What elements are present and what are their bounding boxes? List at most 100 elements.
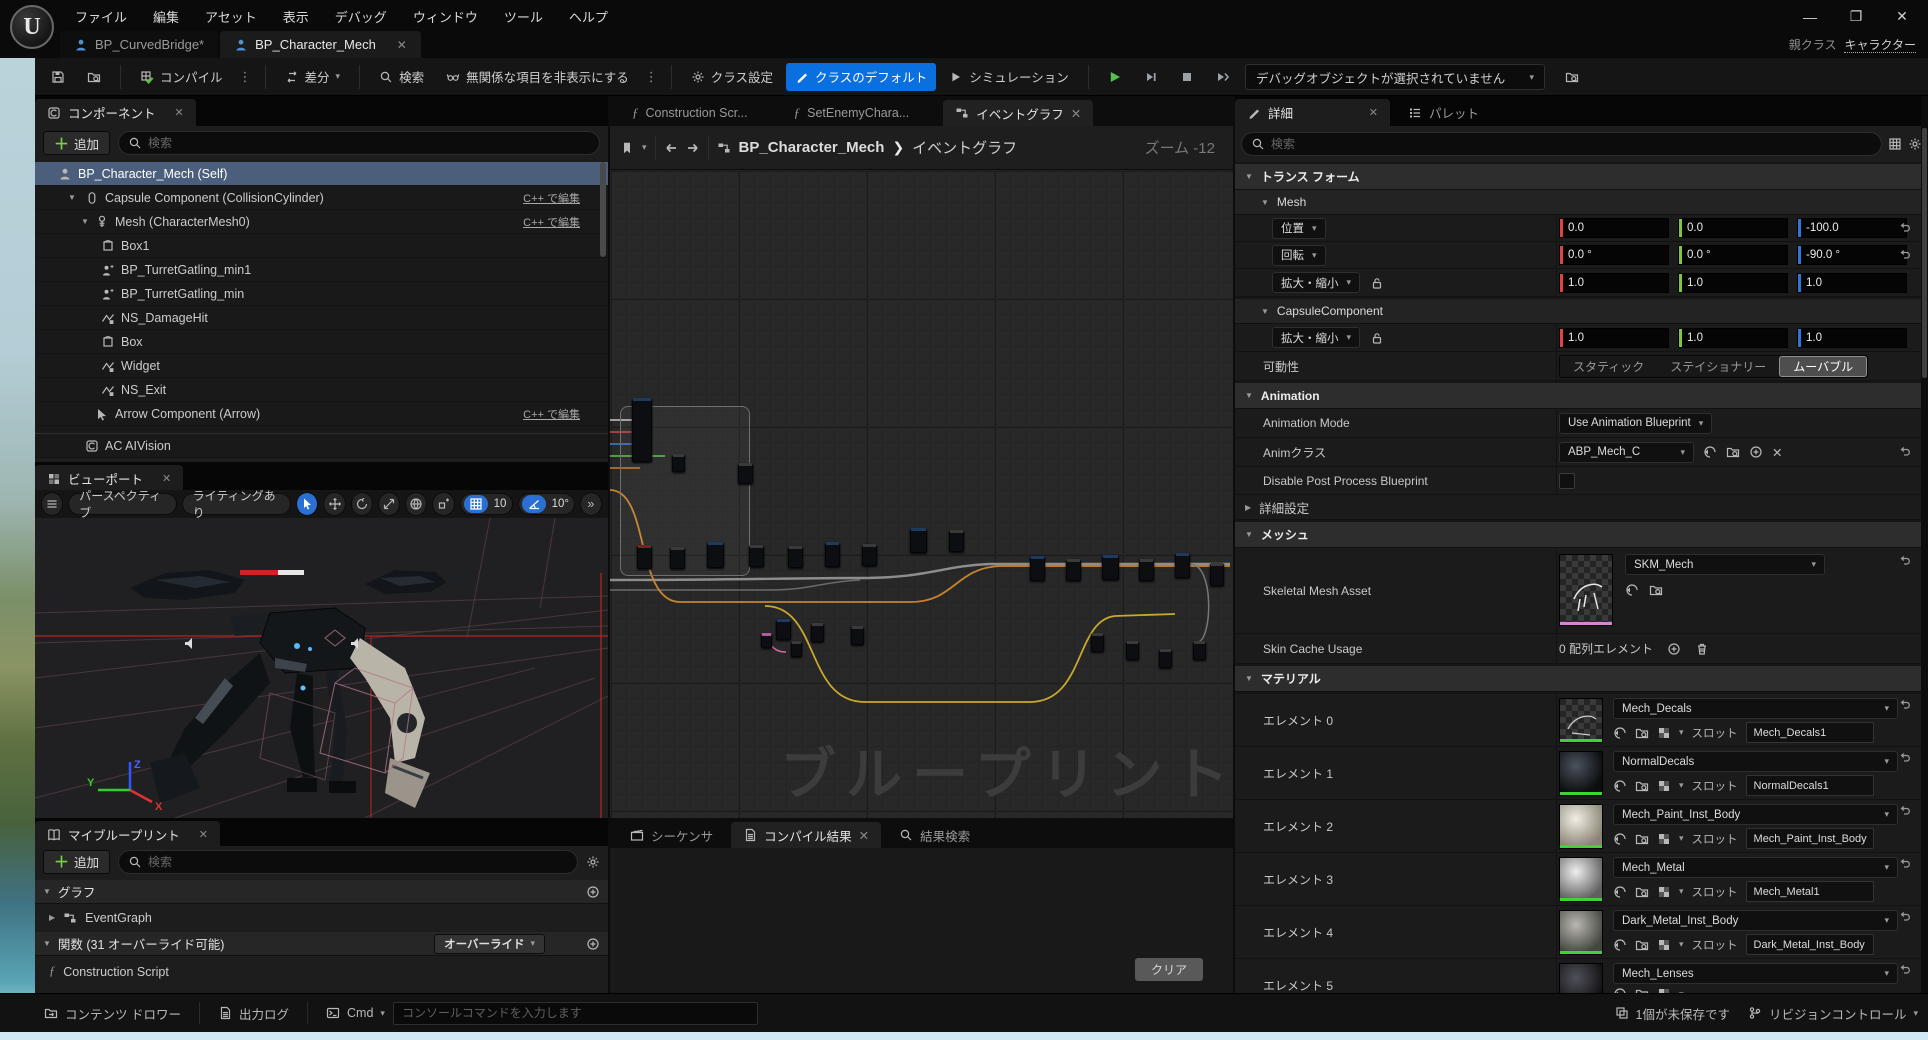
console-command-input[interactable] xyxy=(393,1002,758,1025)
hide-unrelated-options-button[interactable]: ⋮ xyxy=(642,69,661,85)
blueprint-node[interactable] xyxy=(670,547,685,569)
axis-value-field[interactable]: -90.0 ° xyxy=(1797,245,1907,265)
revert-icon[interactable] xyxy=(1898,698,1912,712)
capsule-scale-axis-dropdown[interactable]: 拡大・縮小▾ xyxy=(1272,327,1360,348)
frame-skip-button[interactable] xyxy=(1135,63,1167,91)
surface-snap-button[interactable] xyxy=(432,492,454,516)
browse-icon[interactable] xyxy=(1649,583,1663,597)
rotation-axis-dropdown[interactable]: 回転▾ xyxy=(1272,245,1326,266)
menu-item-7[interactable]: ヘルプ xyxy=(556,7,621,26)
blueprint-node[interactable] xyxy=(738,463,753,484)
details-search[interactable] xyxy=(1241,132,1882,156)
find-button[interactable]: 検索 xyxy=(370,63,433,91)
material-thumbnail[interactable] xyxy=(1559,963,1603,993)
revert-icon[interactable] xyxy=(1898,857,1912,871)
details-settings-gear-icon[interactable] xyxy=(1908,137,1922,151)
blueprint-node[interactable] xyxy=(637,545,652,569)
components-search[interactable] xyxy=(118,131,600,155)
revert-icon[interactable] xyxy=(1898,963,1912,977)
cpp-edit-link[interactable]: C++ で編集 xyxy=(523,406,580,422)
forward-icon[interactable] xyxy=(686,141,700,155)
blueprint-node[interactable] xyxy=(672,454,685,472)
close-button[interactable]: ✕ xyxy=(1882,3,1922,31)
browse-icon[interactable] xyxy=(1635,832,1649,846)
details-scrollbar[interactable] xyxy=(1921,96,1928,993)
axis-value-field[interactable]: 1.0 xyxy=(1559,328,1669,348)
checker-icon[interactable] xyxy=(1657,779,1671,793)
graph-bottom-tab-1[interactable]: コンパイル結果✕ xyxy=(731,822,881,848)
component-tree-item[interactable]: NS_Exit xyxy=(35,378,608,402)
world-space-button[interactable] xyxy=(405,492,427,516)
mobility-option-1[interactable]: ステイショナリー xyxy=(1657,356,1779,377)
blueprint-node[interactable] xyxy=(862,544,877,566)
revert-icon[interactable] xyxy=(1898,445,1912,459)
blueprint-node[interactable] xyxy=(1193,641,1206,660)
tab-components[interactable]: コンポーネント✕ xyxy=(35,99,196,126)
content-drawer-button[interactable]: コンテンツ ドロワー xyxy=(44,1004,181,1023)
blueprint-node[interactable] xyxy=(791,641,802,657)
debug-browse-button[interactable] xyxy=(1556,63,1588,91)
scale-tool-button[interactable] xyxy=(378,492,400,516)
blueprint-node[interactable] xyxy=(707,542,724,568)
axis-value-field[interactable]: 0.0 ° xyxy=(1559,245,1669,265)
add-function-icon[interactable] xyxy=(586,937,600,951)
add-graph-icon[interactable] xyxy=(586,885,600,899)
mobility-option-2[interactable]: ムーバブル xyxy=(1779,356,1867,377)
material-dropdown[interactable]: Mech_Lenses▾ xyxy=(1613,963,1898,984)
grid-snap-toggle[interactable]: 10 xyxy=(460,493,513,515)
delete-icon[interactable] xyxy=(1695,642,1709,656)
override-dropdown[interactable]: オーバーライド▾ xyxy=(434,934,545,954)
graph-bottom-tab-0[interactable]: シーケンサ xyxy=(618,822,725,848)
menu-item-3[interactable]: 表示 xyxy=(270,7,322,26)
class-settings-button[interactable]: クラス設定 xyxy=(682,63,782,91)
blueprint-node[interactable] xyxy=(776,619,791,640)
simulation-button[interactable]: シミュレーション xyxy=(940,63,1078,91)
checker-icon[interactable] xyxy=(1657,938,1671,952)
material-thumbnail[interactable] xyxy=(1559,751,1603,796)
use-selected-icon[interactable] xyxy=(1613,938,1627,952)
cpp-edit-link[interactable]: C++ で編集 xyxy=(523,214,580,230)
animation-mode-dropdown[interactable]: Use Animation Blueprint▾ xyxy=(1559,413,1712,434)
menu-item-6[interactable]: ツール xyxy=(491,7,556,26)
close-icon[interactable]: ✕ xyxy=(397,38,407,52)
maximize-button[interactable]: ❐ xyxy=(1836,3,1876,31)
debug-object-dropdown[interactable]: デバッグオブジェクトが選択されていません▾ xyxy=(1245,64,1545,90)
revision-control-button[interactable]: リビジョンコントロール▾ xyxy=(1748,1004,1918,1023)
component-tree-item[interactable]: AC AIVision xyxy=(35,434,608,458)
axis-value-field[interactable]: 0.0 ° xyxy=(1678,245,1788,265)
component-tree-item[interactable]: BP_Character_Mech (Self) xyxy=(35,162,608,186)
anim-class-dropdown[interactable]: ABP_Mech_C▾ xyxy=(1559,442,1694,463)
class-defaults-button[interactable]: クラスのデフォルト xyxy=(786,63,936,91)
blueprint-node[interactable] xyxy=(1139,559,1154,581)
toolbar-overflow-button[interactable]: » xyxy=(580,492,602,516)
viewport-3d-scene[interactable]: Z Y X xyxy=(35,518,608,818)
material-dropdown[interactable]: Mech_Paint_Inst_Body▾ xyxy=(1613,804,1898,825)
browse-icon[interactable] xyxy=(1635,938,1649,952)
lock-icon[interactable] xyxy=(1370,276,1384,290)
slot-name-field[interactable]: Mech_Paint_Inst_Body xyxy=(1746,828,1874,849)
component-tree-item[interactable]: Box1 xyxy=(35,234,608,258)
graph-bottom-tab-2[interactable]: 結果検索 xyxy=(887,822,982,848)
eject-button[interactable] xyxy=(1207,63,1239,91)
blueprint-node[interactable] xyxy=(632,398,652,462)
axis-value-field[interactable]: 1.0 xyxy=(1559,273,1669,293)
slot-name-field[interactable]: Mech_Metal1 xyxy=(1746,881,1874,902)
asset-tab-1[interactable]: BP_Character_Mech✕ xyxy=(220,31,421,58)
graph-tab-0[interactable]: ƒConstruction Scr... xyxy=(620,100,760,126)
unsaved-status-button[interactable]: 1個が未保存です xyxy=(1615,1004,1730,1023)
tab-my-blueprint[interactable]: マイブループリント✕ xyxy=(35,821,220,848)
browse-asset-button[interactable] xyxy=(78,63,110,91)
material-dropdown[interactable]: Mech_Metal▾ xyxy=(1613,857,1898,878)
browse-icon[interactable] xyxy=(1635,885,1649,899)
breadcrumb-root[interactable]: BP_Character_Mech xyxy=(739,139,885,156)
use-selected-icon[interactable] xyxy=(1613,885,1627,899)
tab-palette[interactable]: パレット xyxy=(1396,99,1491,126)
slot-name-field[interactable]: NormalDecals1 xyxy=(1746,775,1874,796)
browse-icon[interactable] xyxy=(1635,779,1649,793)
event-graph-item[interactable]: ▶ EventGraph xyxy=(35,905,608,930)
blueprint-node[interactable] xyxy=(788,546,803,568)
blueprint-node[interactable] xyxy=(1210,563,1224,586)
material-thumbnail[interactable] xyxy=(1559,804,1603,849)
cmd-dropdown[interactable]: Cmd▾ xyxy=(326,1006,385,1020)
material-thumbnail[interactable] xyxy=(1559,698,1603,743)
